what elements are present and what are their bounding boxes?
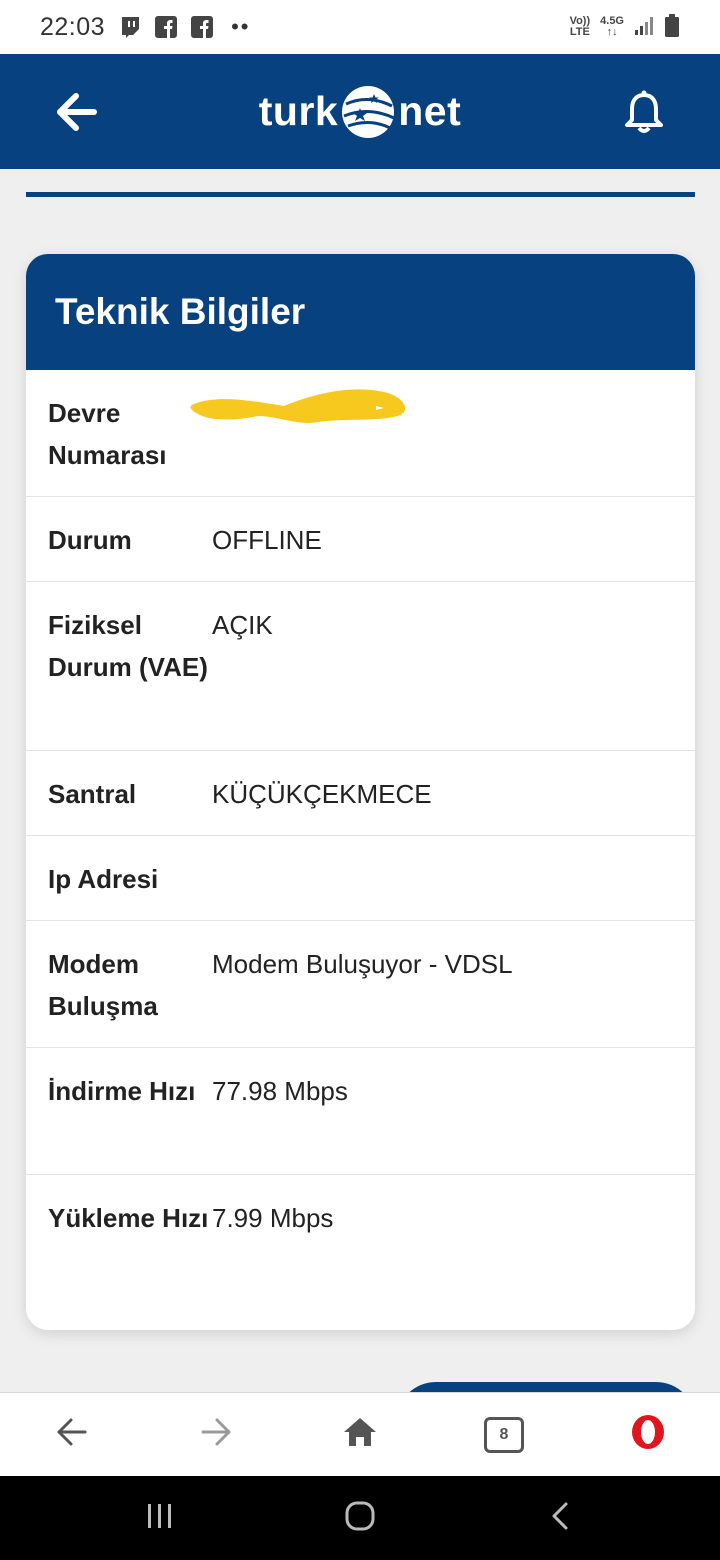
tabs-button[interactable]: 8 xyxy=(482,1413,526,1457)
back-nav-button[interactable] xyxy=(535,1493,585,1543)
home-icon xyxy=(342,1416,378,1453)
home-circle-icon xyxy=(344,1500,376,1537)
opera-icon xyxy=(630,1414,666,1455)
info-row-upload-speed: Yükleme Hızı 7.99 Mbps xyxy=(26,1175,695,1315)
recent-apps-button[interactable] xyxy=(135,1493,185,1543)
facebook-icon xyxy=(191,16,214,38)
info-label: Santral xyxy=(48,779,137,809)
globe-icon xyxy=(340,84,396,140)
home-nav-button[interactable] xyxy=(335,1493,385,1543)
browser-forward-button[interactable] xyxy=(194,1413,238,1457)
data-arrows-icon: ↑↓ xyxy=(606,26,618,38)
signal-icon xyxy=(634,16,654,39)
info-value: KÜÇÜKÇEKMECE xyxy=(212,779,432,809)
logo-text-left: turk xyxy=(258,88,339,134)
status-bar: 22:03 •• Vo)) LTE 4.5G ↑↓ xyxy=(0,0,720,54)
network-type-indicator: 4.5G ↑↓ xyxy=(600,16,624,38)
info-row-modem-sync: Modem Buluşma Modem Buluşuyor - VDSL xyxy=(26,921,695,1048)
tabs-icon: 8 xyxy=(484,1416,524,1453)
system-navigation-bar xyxy=(0,1476,720,1560)
section-divider xyxy=(26,192,695,197)
status-time: 22:03 xyxy=(40,12,106,41)
info-row-ip-address: Ip Adresi xyxy=(26,836,695,921)
info-value: Modem Buluşuyor - VDSL xyxy=(212,949,513,979)
arrow-right-icon xyxy=(200,1417,232,1452)
info-label: Fiziksel Durum (VAE) xyxy=(48,610,208,682)
opera-menu-button[interactable] xyxy=(626,1413,670,1457)
info-row-status: Durum OFFLINE xyxy=(26,497,695,582)
info-row-physical-status: Fiziksel Durum (VAE) AÇIK xyxy=(26,582,695,751)
info-label: Durum xyxy=(48,525,132,555)
volte-bottom: LTE xyxy=(569,26,590,38)
info-row-exchange: Santral KÜÇÜKÇEKMECE xyxy=(26,751,695,836)
technical-info-card: Teknik Bilgiler Devre Numarası Durum OFF… xyxy=(26,254,695,1330)
info-value: AÇIK xyxy=(212,610,273,640)
back-button[interactable] xyxy=(56,92,98,132)
info-value xyxy=(212,858,673,920)
turknet-logo: turk net xyxy=(259,84,461,140)
browser-home-button[interactable] xyxy=(338,1413,382,1457)
twitch-icon xyxy=(119,16,141,38)
app-header: turk net xyxy=(0,54,720,169)
info-row-download-speed: İndirme Hızı 77.98 Mbps xyxy=(26,1048,695,1175)
more-notifications-icon: •• xyxy=(231,14,251,39)
status-right: Vo)) LTE 4.5G ↑↓ xyxy=(570,13,680,41)
info-label: Yükleme Hızı xyxy=(48,1203,209,1233)
chevron-left-icon xyxy=(549,1501,571,1536)
card-title: Teknik Bilgiler xyxy=(26,254,695,370)
battery-icon xyxy=(664,13,680,41)
info-value: 7.99 Mbps xyxy=(212,1203,334,1233)
screen: 22:03 •• Vo)) LTE 4.5G ↑↓ turk net Tekni… xyxy=(0,0,720,1560)
arrow-left-icon xyxy=(56,1417,88,1452)
bell-icon xyxy=(624,90,664,138)
info-label: Modem Buluşma xyxy=(48,949,158,1021)
browser-back-button[interactable] xyxy=(50,1413,94,1457)
recent-apps-icon xyxy=(146,1503,174,1534)
info-value: OFFLINE xyxy=(212,525,322,555)
facebook-icon xyxy=(155,16,178,38)
info-label: Ip Adresi xyxy=(48,864,159,894)
redaction-scribble xyxy=(188,382,410,438)
browser-toolbar: 8 xyxy=(0,1392,720,1476)
logo-text-right: net xyxy=(398,88,462,134)
info-value: 77.98 Mbps xyxy=(212,1076,348,1106)
arrow-left-icon xyxy=(56,93,98,136)
status-left: 22:03 •• xyxy=(40,13,250,42)
notifications-button[interactable] xyxy=(624,90,664,134)
volte-indicator: Vo)) LTE xyxy=(570,16,591,38)
tab-count: 8 xyxy=(499,1425,509,1443)
info-label: İndirme Hızı xyxy=(48,1076,196,1106)
